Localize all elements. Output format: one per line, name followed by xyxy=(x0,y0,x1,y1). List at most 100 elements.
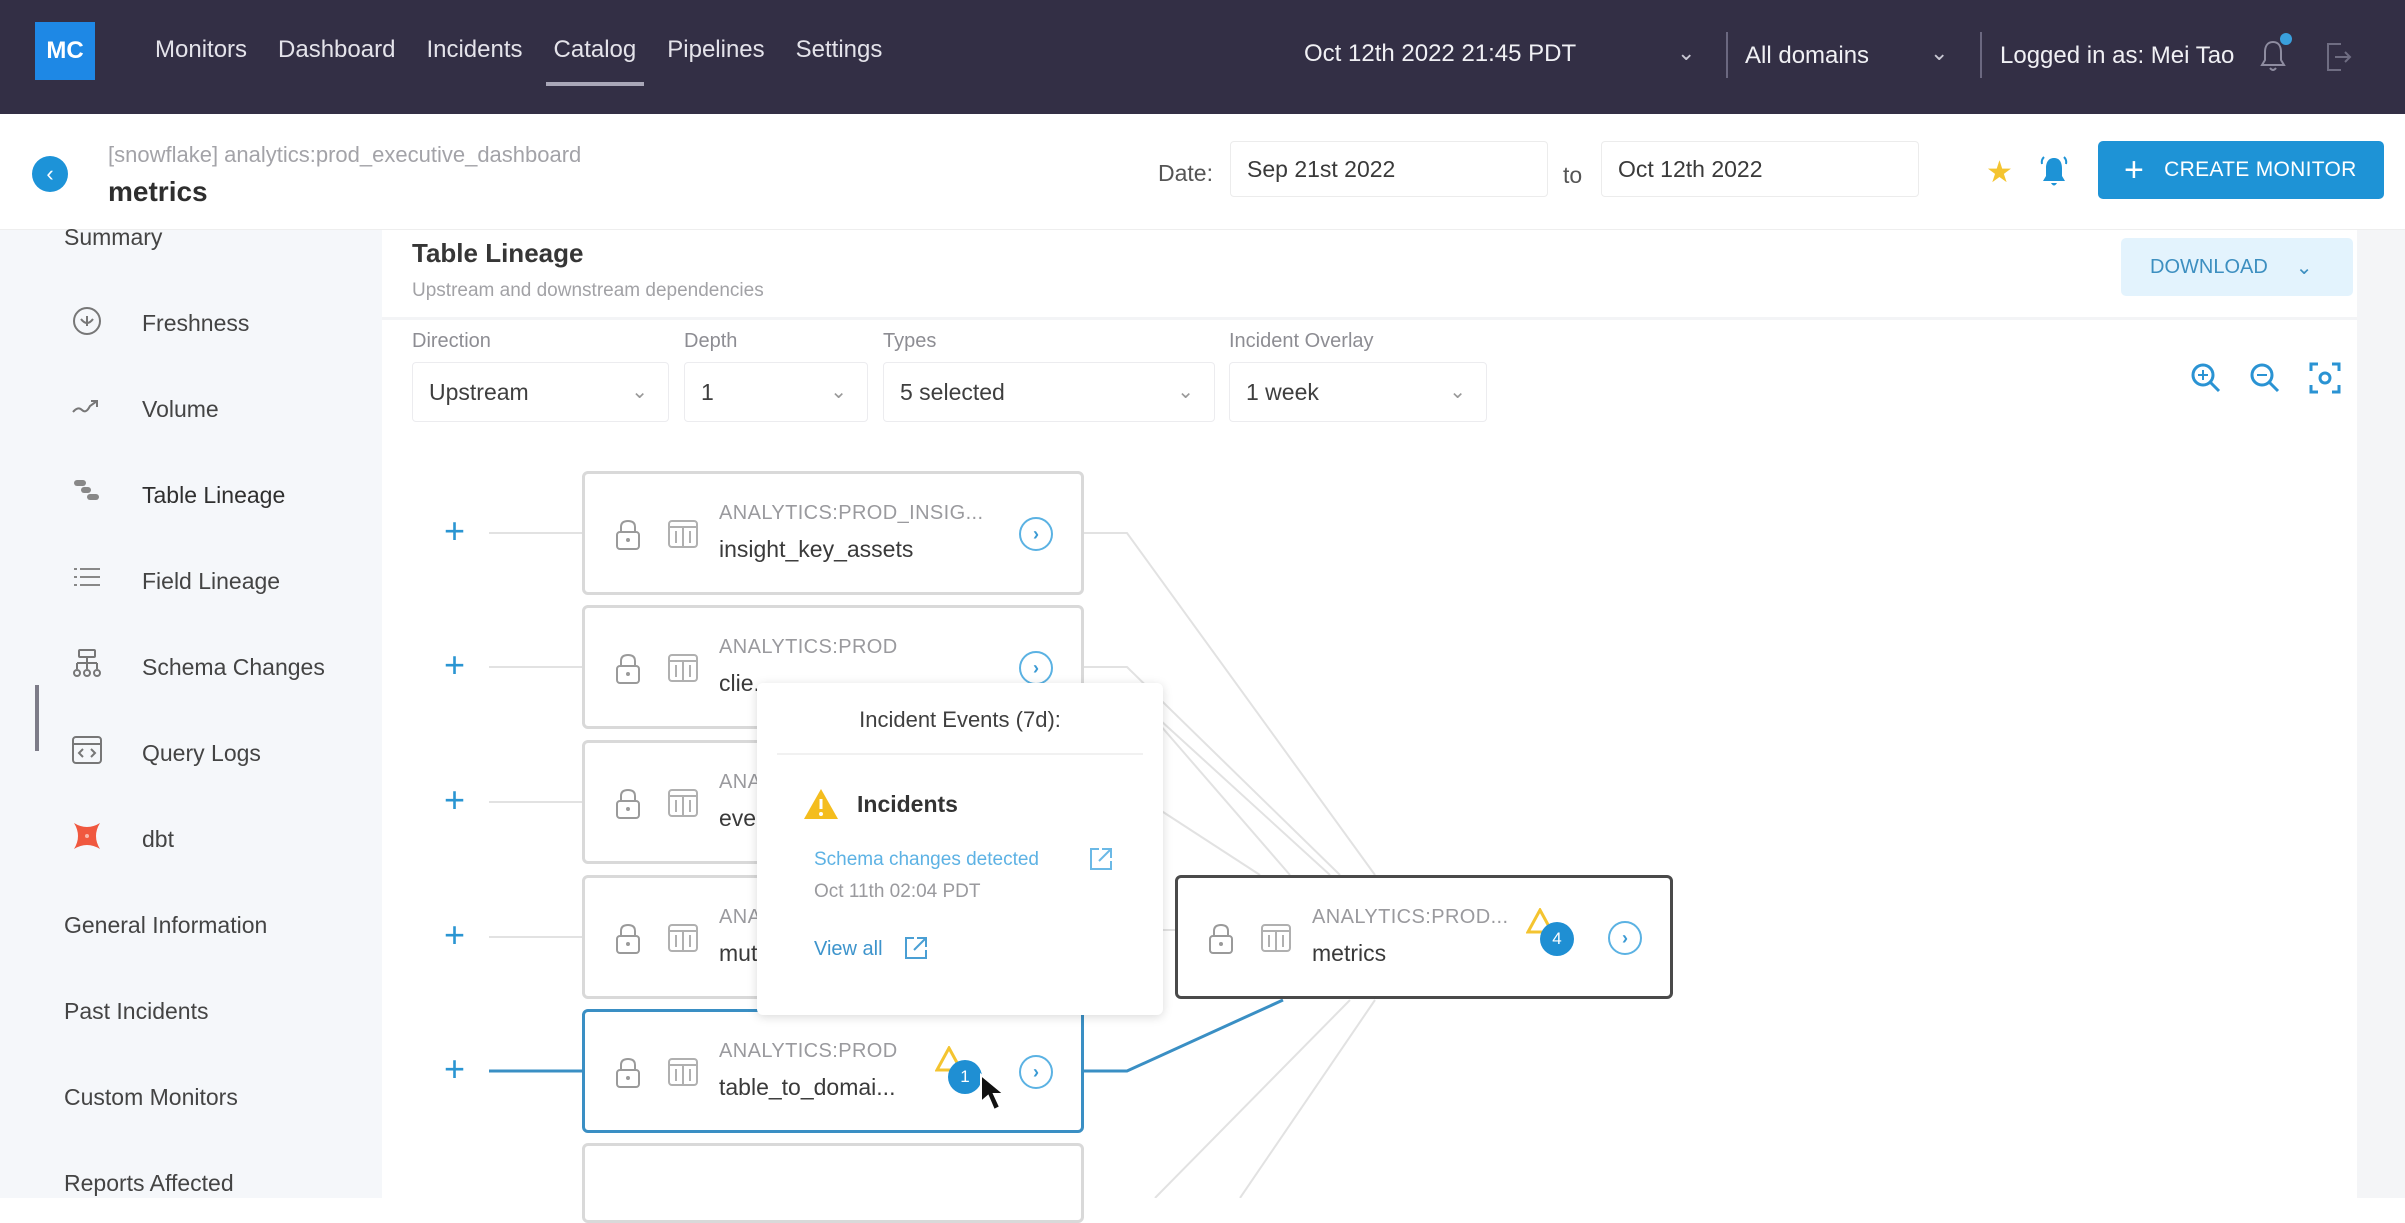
edge xyxy=(1159,719,1331,876)
sidebar-item-dbt[interactable]: dbt xyxy=(142,826,174,853)
view-all-link[interactable]: View all xyxy=(814,938,883,961)
chevron-left-icon: ‹ xyxy=(46,161,54,186)
lock-icon xyxy=(616,788,640,819)
direction-value: Upstream xyxy=(429,379,529,405)
expand-upstream-button[interactable]: + xyxy=(444,1048,465,1090)
divider xyxy=(1980,32,1982,78)
chevron-down-icon: ⌄ xyxy=(2295,256,2313,279)
incident-count-badge[interactable]: 1 xyxy=(948,1060,982,1094)
expand-upstream-button[interactable]: + xyxy=(444,914,465,956)
nav-monitors[interactable]: Monitors xyxy=(155,36,247,64)
sidebar-section-custom-monitors[interactable]: Custom Monitors xyxy=(64,1084,238,1111)
external-link-icon[interactable] xyxy=(902,934,930,962)
sidebar-item-table-lineage[interactable]: Table Lineage xyxy=(142,482,285,509)
top-navigation-bar: MC Monitors Dashboard Incidents Catalog … xyxy=(0,0,2405,114)
logged-in-user: Logged in as: Mei Tao xyxy=(2000,42,2235,69)
sidebar-item-field-lineage[interactable]: Field Lineage xyxy=(142,568,280,595)
incident-time: Oct 11th 02:04 PDT xyxy=(814,881,981,902)
chevron-down-icon: ⌄ xyxy=(1177,381,1194,403)
create-monitor-label: CREATE MONITOR xyxy=(2164,158,2357,181)
sidebar: Summary Freshness Volume Table Lineage F… xyxy=(0,224,382,1198)
incident-count-badge[interactable]: 4 xyxy=(1540,922,1574,956)
external-link-icon[interactable] xyxy=(1087,845,1115,873)
sidebar-item-schema-changes[interactable]: Schema Changes xyxy=(142,654,325,681)
chevron-down-icon[interactable]: ⌄ xyxy=(1677,40,1695,66)
right-gutter xyxy=(2357,230,2405,1198)
sidebar-item-volume[interactable]: Volume xyxy=(142,396,219,423)
popover-title: Incident Events (7d): xyxy=(859,707,1061,732)
chevron-right-icon[interactable]: › xyxy=(1019,517,1053,551)
date-to-label: to xyxy=(1563,162,1583,188)
app-logo[interactable]: MC xyxy=(35,22,95,80)
sidebar-section-general-information[interactable]: General Information xyxy=(64,912,267,939)
incidents-heading: Incidents xyxy=(857,791,958,817)
incident-link[interactable]: Schema changes detected xyxy=(814,849,1039,871)
active-indicator xyxy=(35,685,39,751)
sidebar-section-reports-affected[interactable]: Reports Affected xyxy=(64,1170,234,1197)
nav-catalog[interactable]: Catalog xyxy=(545,36,644,86)
warning-icon xyxy=(804,789,838,819)
node-database: ANALYTICS:PROD xyxy=(719,636,898,658)
expand-upstream-button[interactable]: + xyxy=(444,779,465,821)
date-to-input[interactable]: Oct 12th 2022 xyxy=(1601,141,1919,197)
lock-icon xyxy=(616,1057,640,1088)
date-from-input[interactable]: Sep 21st 2022 xyxy=(1230,141,1548,197)
date-label: Date: xyxy=(1158,160,1213,186)
node-table-name: table_to_domai... xyxy=(719,1074,896,1100)
focus-node-metrics[interactable]: ANALYTICS:PROD... metrics 4 › xyxy=(1175,875,1673,999)
nav-dashboard[interactable]: Dashboard xyxy=(278,36,395,64)
page-title: metrics xyxy=(108,176,208,207)
domain-selector[interactable]: All domains xyxy=(1745,42,1869,70)
node-database: ANALYTICS:PROD... xyxy=(1312,906,1509,928)
section-subtitle: Upstream and downstream dependencies xyxy=(412,280,764,301)
sidebar-item-query-logs[interactable]: Query Logs xyxy=(142,740,261,767)
zoom-out-icon[interactable] xyxy=(2247,360,2283,396)
chevron-right-icon[interactable]: › xyxy=(1019,651,1053,685)
download-button[interactable]: DOWNLOAD ⌄ xyxy=(2121,238,2353,296)
table-icon xyxy=(668,520,698,548)
logout-icon[interactable] xyxy=(2323,40,2353,74)
lineage-node[interactable] xyxy=(582,1143,1084,1223)
table-icon xyxy=(668,924,698,952)
page-header: ‹ [snowflake] analytics:prod_executive_d… xyxy=(0,114,2405,230)
schema-changes-icon xyxy=(73,649,101,677)
table-icon xyxy=(1261,924,1291,952)
zoom-in-icon[interactable] xyxy=(2188,360,2224,396)
expand-upstream-button[interactable]: + xyxy=(444,510,465,552)
fit-view-icon[interactable] xyxy=(2307,360,2343,396)
edge xyxy=(1154,999,1351,1198)
table-icon xyxy=(668,1058,698,1086)
expand-upstream-button[interactable]: + xyxy=(444,644,465,686)
incident-events-popover: Incident Events (7d): Incidents Schema c… xyxy=(757,683,1163,1015)
back-button[interactable]: ‹ xyxy=(32,156,68,192)
nav-settings[interactable]: Settings xyxy=(796,36,883,64)
alert-bell-icon[interactable] xyxy=(2039,154,2069,190)
lock-icon xyxy=(616,519,640,550)
types-value: 5 selected xyxy=(900,379,1005,405)
depth-value: 1 xyxy=(701,379,714,405)
datetime-selector[interactable]: Oct 12th 2022 21:45 PDT xyxy=(1304,40,1576,68)
sidebar-item-summary[interactable]: Summary xyxy=(64,224,162,251)
node-database: ANALYTICS:PROD xyxy=(719,1040,898,1062)
notification-dot xyxy=(2280,33,2292,45)
chevron-right-icon[interactable]: › xyxy=(1608,921,1642,955)
direction-select[interactable]: Upstream ⌄ xyxy=(412,362,669,422)
chevron-down-icon[interactable]: ⌄ xyxy=(1930,40,1948,66)
nav-pipelines[interactable]: Pipelines xyxy=(667,36,764,64)
breadcrumb[interactable]: [snowflake] analytics:prod_executive_das… xyxy=(108,142,581,168)
star-icon[interactable]: ★ xyxy=(1986,155,2013,190)
sidebar-section-past-incidents[interactable]: Past Incidents xyxy=(64,998,208,1025)
incident-overlay-select[interactable]: 1 week ⌄ xyxy=(1229,362,1487,422)
dbt-icon xyxy=(74,823,100,849)
filter-label-depth: Depth xyxy=(684,330,738,352)
node-table-name: insight_key_assets xyxy=(719,536,914,562)
sidebar-item-freshness[interactable]: Freshness xyxy=(142,310,249,337)
freshness-icon xyxy=(73,307,101,335)
filter-label-types: Types xyxy=(883,330,937,352)
nav-incidents[interactable]: Incidents xyxy=(426,36,522,64)
create-monitor-button[interactable]: + CREATE MONITOR xyxy=(2098,141,2384,199)
lineage-node[interactable]: ANALYTICS:PROD_INSIG... insight_key_asse… xyxy=(582,471,1084,595)
chevron-right-icon[interactable]: › xyxy=(1019,1055,1053,1089)
depth-select[interactable]: 1 ⌄ xyxy=(684,362,868,422)
types-select[interactable]: 5 selected ⌄ xyxy=(883,362,1215,422)
